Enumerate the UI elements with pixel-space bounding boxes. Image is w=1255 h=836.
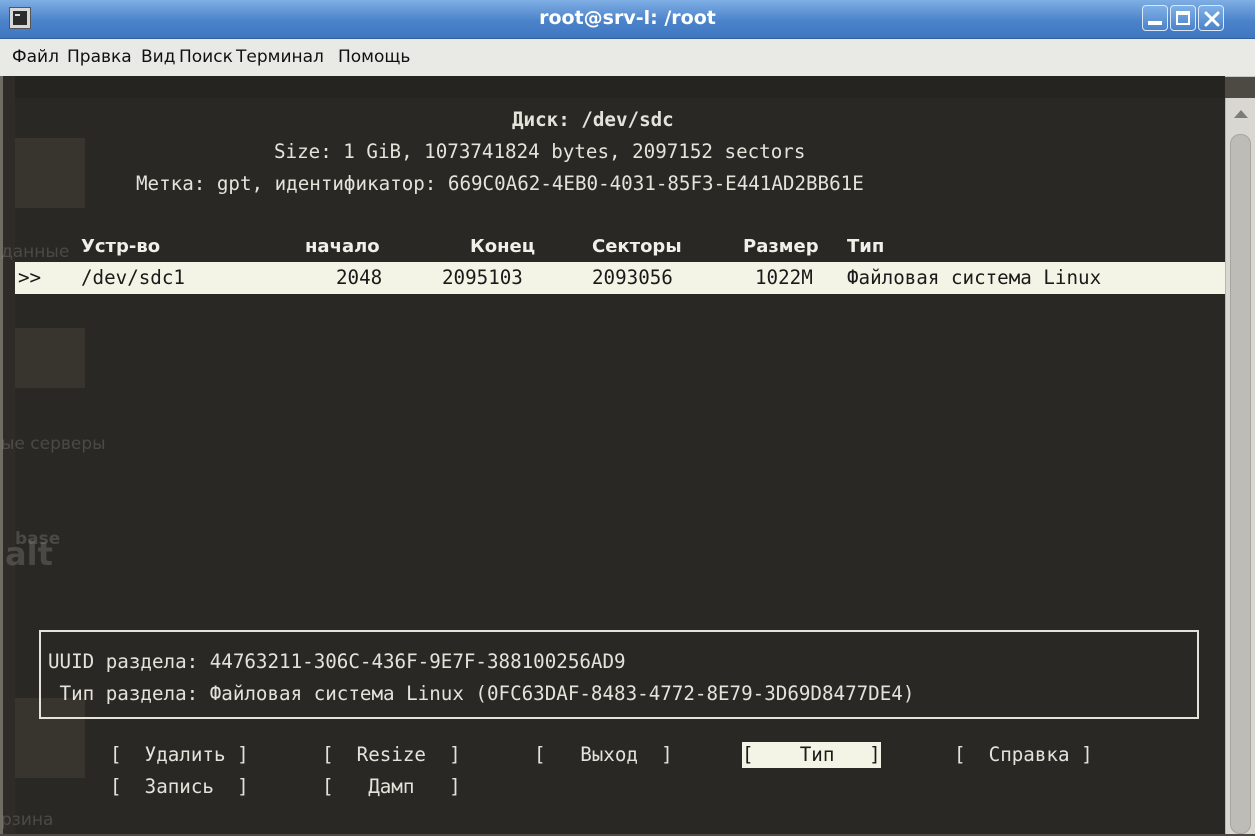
row-end: 2095103 bbox=[442, 266, 523, 289]
quit-button[interactable]: [ Выход ] bbox=[534, 740, 673, 770]
partition-uuid: UUID раздела: 44763211-306C-436F-9E7F-38… bbox=[48, 650, 626, 673]
menu-bar: Файл Правка Вид Поиск Терминал Помощь bbox=[0, 39, 1255, 77]
write-button[interactable]: [ Запись ] bbox=[110, 772, 249, 802]
partition-info-box: UUID раздела: 44763211-306C-436F-9E7F-38… bbox=[39, 630, 1199, 719]
resize-button[interactable]: [ Resize ] bbox=[322, 740, 461, 770]
col-type: Тип bbox=[847, 236, 885, 257]
window-title: root@srv-l: /root bbox=[539, 7, 716, 29]
menu-help[interactable]: Помощь bbox=[338, 39, 410, 76]
menu-edit[interactable]: Правка bbox=[67, 39, 132, 76]
row-start: 2048 bbox=[336, 266, 383, 289]
col-device: Устр-во bbox=[81, 236, 161, 257]
disk-title: Диск: /dev/sdc bbox=[512, 108, 674, 131]
ghost-label-4: alt bbox=[5, 535, 53, 573]
col-sectors: Секторы bbox=[592, 236, 682, 257]
ghost-server-icon bbox=[15, 328, 85, 388]
close-button[interactable] bbox=[1198, 5, 1224, 31]
menu-file[interactable]: Файл bbox=[12, 39, 59, 76]
ghost-label-5: рзина bbox=[1, 810, 54, 830]
menu-terminal[interactable]: Терминал bbox=[236, 39, 324, 76]
disk-size-line: Size: 1 GiB, 1073741824 bytes, 2097152 s… bbox=[274, 140, 806, 163]
window-titlebar[interactable]: root@srv-l: /root bbox=[0, 0, 1255, 39]
scroll-thumb[interactable] bbox=[1230, 134, 1251, 834]
close-icon bbox=[1204, 11, 1220, 27]
col-end: Конец bbox=[470, 236, 536, 257]
col-size: Размер bbox=[743, 236, 819, 257]
delete-button[interactable]: [ Удалить ] bbox=[110, 740, 249, 770]
ghost-label-2: ые серверы bbox=[1, 434, 106, 454]
menu-search[interactable]: Поиск bbox=[179, 39, 233, 76]
row-device: /dev/sdc1 bbox=[81, 266, 185, 289]
table-row[interactable]: >> /dev/sdc1 2048 2095103 2093056 1022M … bbox=[15, 262, 1225, 294]
row-type: Файловая система Linux bbox=[847, 266, 1102, 289]
ghost-folder-icon bbox=[15, 138, 85, 208]
terminal-screen[interactable]: данные ые серверы base alt рзина Диск: /… bbox=[1, 98, 1225, 834]
maximize-button[interactable] bbox=[1170, 5, 1196, 31]
scroll-up-icon[interactable] bbox=[1234, 110, 1248, 118]
partition-type: Тип раздела: Файловая система Linux (0FC… bbox=[48, 682, 915, 705]
dump-button[interactable]: [ Дамп ] bbox=[322, 772, 461, 802]
help-button[interactable]: [ Справка ] bbox=[954, 740, 1093, 770]
row-sectors: 2093056 bbox=[592, 266, 673, 289]
vertical-scrollbar[interactable] bbox=[1225, 98, 1255, 834]
disk-label-line: Метка: gpt, идентификатор: 669C0A62-4EB0… bbox=[136, 172, 864, 195]
row-size: 1022M bbox=[755, 266, 813, 289]
row-marker: >> bbox=[18, 266, 42, 289]
minimize-button[interactable] bbox=[1142, 5, 1168, 31]
menu-view[interactable]: Вид bbox=[141, 39, 175, 76]
col-start: начало bbox=[305, 236, 380, 257]
type-button[interactable]: [ Тип ] bbox=[742, 742, 881, 768]
terminal-top-padding bbox=[15, 76, 1225, 98]
